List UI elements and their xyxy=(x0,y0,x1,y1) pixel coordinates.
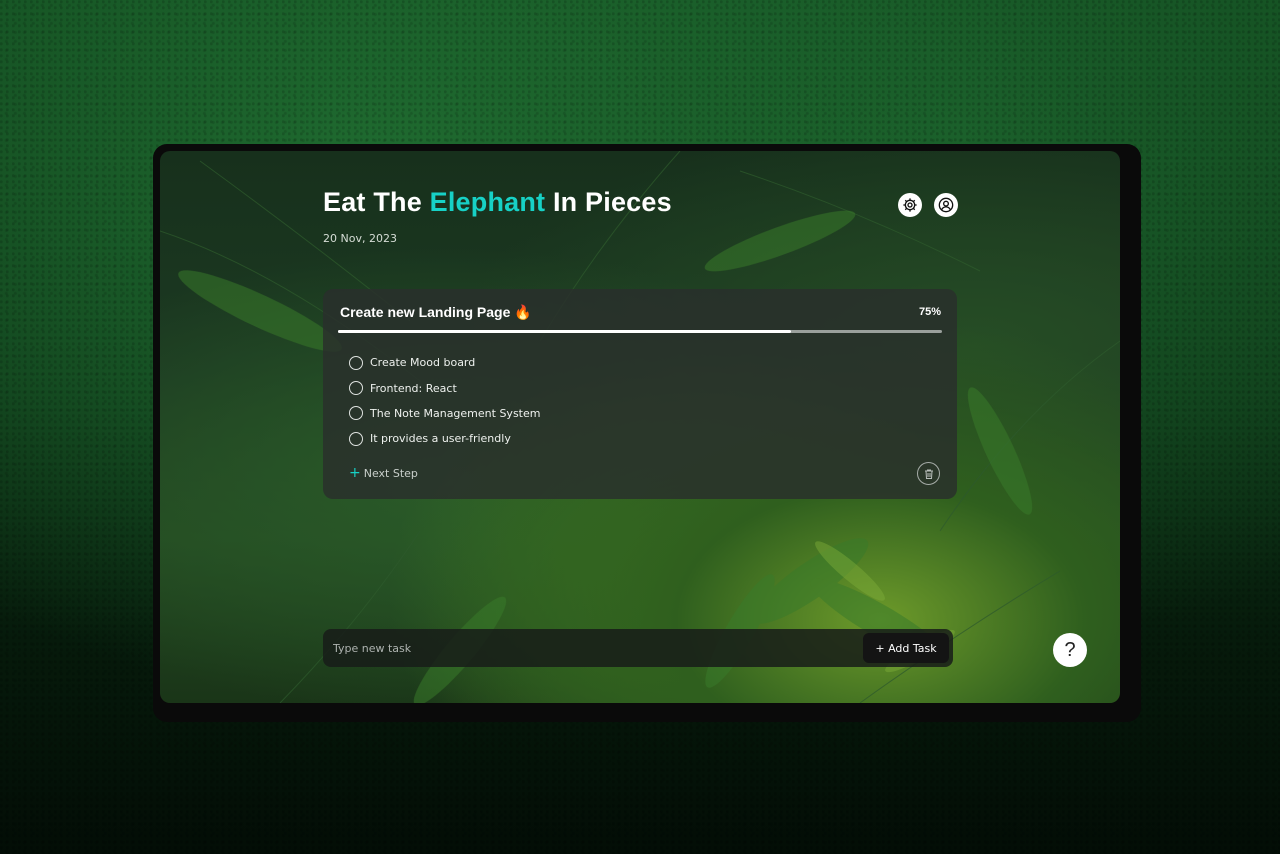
task-title: Create new Landing Page 🔥 xyxy=(340,304,532,320)
task-card: Create new Landing Page 🔥 75% Create Moo… xyxy=(323,289,957,499)
step-item[interactable]: Create Mood board xyxy=(349,350,540,375)
add-task-button[interactable]: + Add Task xyxy=(863,633,949,663)
trash-icon xyxy=(924,469,933,479)
step-item[interactable]: The Note Management System xyxy=(349,401,540,426)
new-task-bar: + Add Task xyxy=(323,629,953,667)
plus-icon: + xyxy=(349,465,361,481)
new-task-input[interactable] xyxy=(333,638,853,658)
title-accent: Elephant xyxy=(429,187,546,217)
app-window: Eat The Elephant In Pieces 20 Nov, 2023 … xyxy=(160,151,1120,703)
next-step-label: Next Step xyxy=(363,466,418,480)
step-item[interactable]: Frontend: React xyxy=(349,375,540,400)
task-progress-percent: 75% xyxy=(918,306,941,318)
step-checkbox[interactable] xyxy=(349,381,363,396)
delete-task-button[interactable] xyxy=(917,462,940,485)
step-item[interactable]: It provides a user-friendly xyxy=(349,426,540,451)
step-label: Frontend: React xyxy=(370,381,457,395)
page-title: Eat The Elephant In Pieces xyxy=(323,187,672,217)
help-button[interactable]: ? xyxy=(1053,633,1087,667)
gear-icon xyxy=(903,198,917,212)
step-checkbox[interactable] xyxy=(349,355,363,370)
user-circle-icon xyxy=(938,197,954,213)
step-checkbox[interactable] xyxy=(349,406,363,421)
task-progress-fill xyxy=(338,330,791,333)
current-date: 20 Nov, 2023 xyxy=(323,232,397,245)
step-label: It provides a user-friendly xyxy=(370,432,511,446)
profile-button[interactable] xyxy=(934,193,958,217)
step-list: Create Mood board Frontend: React The No… xyxy=(349,350,540,452)
settings-button[interactable] xyxy=(898,193,922,217)
add-next-step-button[interactable]: + Next Step xyxy=(349,466,418,480)
step-label: The Note Management System xyxy=(370,406,541,420)
step-label: Create Mood board xyxy=(370,356,476,370)
task-progress-bar xyxy=(338,330,942,333)
step-checkbox[interactable] xyxy=(349,431,363,446)
